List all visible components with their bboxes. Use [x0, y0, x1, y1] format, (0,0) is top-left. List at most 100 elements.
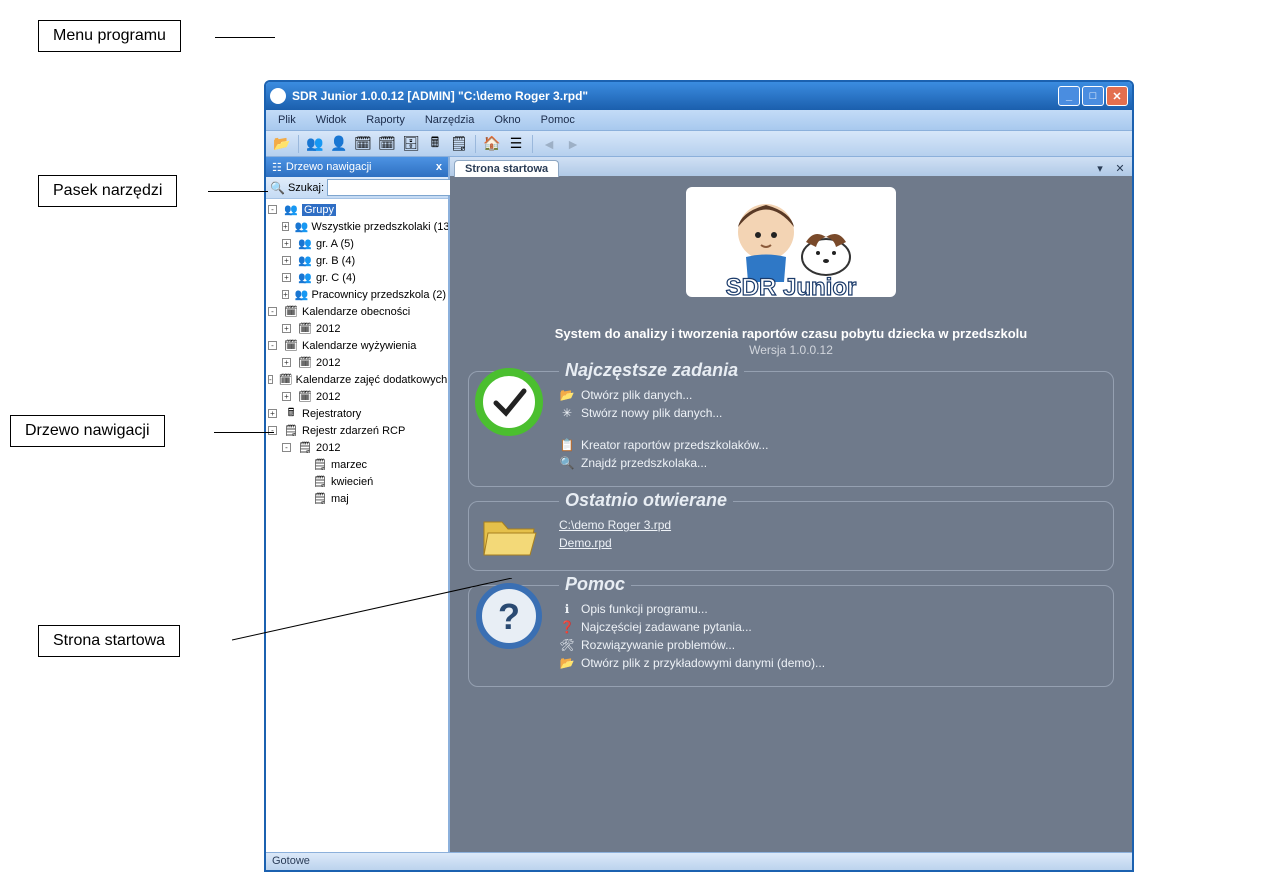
nav-tree-icon: ☷: [272, 161, 282, 174]
help-troubleshoot[interactable]: 🛠Rozwiązywanie problemów...: [559, 636, 1099, 654]
tree-item-icon: 👥: [297, 254, 313, 267]
task-new-file[interactable]: ✳Stwórz nowy plik danych...: [559, 404, 1099, 422]
tree-row[interactable]: +👥gr. A (5): [268, 235, 446, 252]
tree-item-icon: 🗓: [279, 373, 293, 386]
tree-item-icon: 🗒: [312, 458, 328, 471]
expand-icon[interactable]: +: [282, 273, 291, 282]
tree-row[interactable]: +👥gr. C (4): [268, 269, 446, 286]
tagline: System do analizy i tworzenia raportów c…: [468, 326, 1114, 341]
tree-row[interactable]: -🗓Kalendarze obecności: [268, 303, 446, 320]
tree-row[interactable]: +🗓2012: [268, 320, 446, 337]
expand-icon[interactable]: -: [268, 307, 277, 316]
tree-item-icon: 🗓: [283, 339, 299, 352]
nav-panel: ☷ Drzewo nawigacji x 🔍 Szukaj: ▸ ☷ -👥Gru…: [266, 157, 450, 852]
menu-narzedzia[interactable]: Narzędzia: [419, 112, 481, 128]
tree-item-icon: 🗒: [283, 424, 299, 437]
menu-widok[interactable]: Widok: [310, 112, 353, 128]
table-icon[interactable]: 🗄: [401, 134, 421, 154]
tree-row[interactable]: -🗓Kalendarze zajęć dodatkowych: [268, 371, 446, 388]
menu-plik[interactable]: Plik: [272, 112, 302, 128]
tree-row[interactable]: +👥Wszystkie przedszkolaki (13): [268, 218, 446, 235]
tree-row[interactable]: +🖩Rejestratory: [268, 405, 446, 422]
callout-menu: Menu programu: [38, 20, 181, 52]
nav-close-button[interactable]: x: [436, 161, 442, 173]
tree-item-icon: 👥: [295, 288, 309, 301]
titlebar[interactable]: SDR Junior 1.0.0.12 [ADMIN] "C:\demo Rog…: [266, 82, 1132, 110]
maximize-button[interactable]: □: [1082, 86, 1104, 106]
callout-toolbar: Pasek narzędzi: [38, 175, 177, 207]
tab-start[interactable]: Strona startowa: [454, 160, 559, 177]
help-faq[interactable]: ❓Najczęściej zadawane pytania...: [559, 618, 1099, 636]
expand-icon[interactable]: -: [268, 375, 273, 384]
tree-row[interactable]: -🗒2012: [268, 439, 446, 456]
task-find-child[interactable]: 🔍Znajdź przedszkolaka...: [559, 454, 1099, 472]
expand-icon[interactable]: +: [282, 222, 289, 231]
close-button[interactable]: ✕: [1106, 86, 1128, 106]
expand-icon[interactable]: +: [282, 324, 291, 333]
menu-okno[interactable]: Okno: [488, 112, 526, 128]
user-icon[interactable]: 👤: [329, 134, 349, 154]
help-demo[interactable]: 📂Otwórz plik z przykładowymi danymi (dem…: [559, 654, 1099, 672]
nav-panel-header: ☷ Drzewo nawigacji x: [266, 157, 448, 177]
tree-row[interactable]: 🗒marzec: [268, 456, 446, 473]
list-icon[interactable]: 🗒: [449, 134, 469, 154]
tree-item-label: Kalendarze wyżywienia: [302, 340, 416, 352]
menu-raporty[interactable]: Raporty: [360, 112, 411, 128]
home-icon[interactable]: 🏠: [482, 134, 502, 154]
tree-row[interactable]: + 👥gr. B (4): [268, 252, 446, 269]
tree-row[interactable]: +🗓2012: [268, 354, 446, 371]
task-report-wizard[interactable]: 📋Kreator raportów przedszkolaków...: [559, 436, 1099, 454]
tree-row[interactable]: +🗓2012: [268, 388, 446, 405]
open-icon[interactable]: 📂: [272, 134, 292, 154]
new-icon: ✳: [559, 406, 575, 420]
groups-icon[interactable]: 👥: [305, 134, 325, 154]
tree-item-label: 2012: [316, 391, 340, 403]
tree-item-label: 2012: [316, 323, 340, 335]
minimize-button[interactable]: _: [1058, 86, 1080, 106]
menu-pomoc[interactable]: Pomoc: [535, 112, 581, 128]
calendar1-icon[interactable]: 🗓: [353, 134, 373, 154]
tab-dropdown-icon[interactable]: ▾: [1092, 160, 1108, 176]
tree-row[interactable]: -🗒Rejestr zdarzeń RCP: [268, 422, 446, 439]
calendar2-icon[interactable]: 🗓: [377, 134, 397, 154]
nav-search-bar: 🔍 Szukaj: ▸ ☷: [266, 177, 448, 199]
callout-line: [208, 191, 268, 192]
tree-item-label: kwiecień: [331, 476, 373, 488]
toolbar: 📂 👥 👤 🗓 🗓 🗄 🖩 🗒 🏠 ☰ ◄ ►: [266, 131, 1132, 157]
callout-line: [232, 578, 532, 648]
forward-icon[interactable]: ►: [563, 134, 583, 154]
expand-icon[interactable]: +: [282, 256, 291, 265]
separator: [298, 135, 299, 153]
expand-icon[interactable]: +: [268, 409, 277, 418]
recent-file-0[interactable]: C:\demo Roger 3.rpd: [559, 516, 1099, 534]
tree-item-label: gr. B (4): [316, 255, 355, 267]
main-area: Strona startowa ▾ ✕: [450, 157, 1132, 852]
help-desc[interactable]: ℹOpis funkcji programu...: [559, 600, 1099, 618]
expand-icon[interactable]: +: [282, 290, 289, 299]
expand-icon[interactable]: -: [268, 341, 277, 350]
back-icon[interactable]: ◄: [539, 134, 559, 154]
tree-icon[interactable]: ☰: [506, 134, 526, 154]
tree-row[interactable]: +👥Pracownicy przedszkola (2): [268, 286, 446, 303]
nav-tree[interactable]: -👥Grupy+👥Wszystkie przedszkolaki (13)+👥g…: [266, 199, 448, 852]
tree-row[interactable]: -🗓Kalendarze wyżywienia: [268, 337, 446, 354]
calc-icon[interactable]: 🖩: [425, 134, 445, 154]
tree-row[interactable]: 🗒kwiecień: [268, 473, 446, 490]
folder-icon: [469, 492, 549, 572]
expand-icon[interactable]: -: [268, 426, 277, 435]
tab-close-icon[interactable]: ✕: [1112, 160, 1128, 176]
recent-file-1[interactable]: Demo.rpd: [559, 534, 1099, 552]
task-open-file[interactable]: 📂Otwórz plik danych...: [559, 386, 1099, 404]
expand-icon[interactable]: -: [282, 443, 291, 452]
client-area: ☷ Drzewo nawigacji x 🔍 Szukaj: ▸ ☷ -👥Gru…: [266, 157, 1132, 852]
expand-icon[interactable]: +: [282, 392, 291, 401]
expand-icon[interactable]: +: [282, 239, 291, 248]
expand-icon[interactable]: -: [268, 205, 277, 214]
tree-row[interactable]: 🗒maj: [268, 490, 446, 507]
app-icon: [270, 88, 286, 104]
tree-row[interactable]: -👥Grupy: [268, 201, 446, 218]
expand-icon[interactable]: +: [282, 358, 291, 367]
wrench-icon: 🛠: [559, 638, 575, 652]
tree-item-label: 2012: [316, 442, 340, 454]
report-icon: 📋: [559, 438, 575, 452]
